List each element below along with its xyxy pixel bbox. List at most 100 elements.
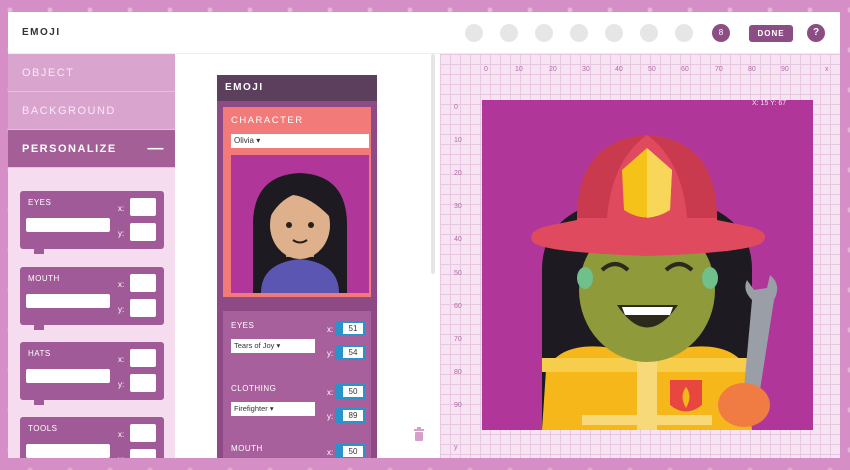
clothing-prop-x-label: x:	[327, 388, 334, 397]
category-object-label: OBJECT	[22, 67, 75, 79]
emoji-stage[interactable]	[482, 100, 813, 430]
x-tick: 90	[781, 66, 789, 73]
x-tick: 40	[615, 66, 623, 73]
firefighter-emoji-illustration	[531, 135, 778, 430]
eyes-prop-y-label: y:	[327, 349, 334, 358]
clothing-prop-y-value[interactable]: 89	[341, 408, 365, 423]
y-tick: 90	[454, 402, 462, 409]
y-tick: 30	[454, 203, 462, 210]
eyes-block[interactable]: EYES x: y:	[20, 191, 164, 254]
y-tick: 60	[454, 303, 462, 310]
eyes-prop-x-label: x:	[327, 325, 334, 334]
eyes-x-label: x:	[118, 204, 125, 213]
eyes-prop-label: EYES	[231, 321, 255, 330]
toolbox-sidebar: OBJECT BACKGROUND PERSONALIZE — EYES x: …	[8, 54, 175, 458]
tools-x-input[interactable]	[130, 424, 156, 442]
clothing-prop-label: CLOTHING	[231, 384, 277, 393]
step-8-current[interactable]: 8	[712, 24, 730, 42]
character-preview-illustration	[253, 173, 347, 293]
y-tick: 0	[454, 104, 458, 111]
hats-x-input[interactable]	[130, 349, 156, 367]
x-tick: 30	[582, 66, 590, 73]
eyes-block-dropdown[interactable]	[26, 218, 110, 232]
tools-y-input[interactable]	[130, 449, 156, 458]
eyes-y-label: y:	[118, 229, 125, 238]
step-3[interactable]: 3	[535, 24, 553, 42]
category-object[interactable]: OBJECT	[8, 54, 175, 92]
character-preview	[231, 155, 369, 293]
clothing-prop-x-value[interactable]: 50	[341, 384, 365, 399]
character-block[interactable]: CHARACTER Olivia ▾	[223, 107, 371, 297]
trash-icon[interactable]	[413, 427, 425, 441]
category-background-label: BACKGROUND	[22, 105, 116, 117]
properties-block[interactable]: EYES Tears of Joy ▾ x: 51 y: 54 CLOTHING…	[223, 311, 371, 458]
y-tick: 40	[454, 236, 462, 243]
step-2[interactable]: 2	[500, 24, 518, 42]
step-1[interactable]: 1	[465, 24, 483, 42]
tools-y-label: y:	[118, 455, 124, 458]
hats-y-input[interactable]	[130, 374, 156, 392]
character-dropdown[interactable]: Olivia ▾	[231, 134, 369, 148]
y-tick: 50	[454, 270, 462, 277]
hats-block[interactable]: HATS x: y:	[20, 342, 164, 405]
tools-block[interactable]: TOOLS x: y:	[20, 417, 164, 458]
category-background[interactable]: BACKGROUND	[8, 92, 175, 130]
hats-block-dropdown[interactable]	[26, 369, 110, 383]
mouth-block-label: MOUTH	[28, 274, 60, 283]
character-label: CHARACTER	[231, 115, 304, 126]
mouth-prop-x-value[interactable]: 50	[341, 444, 365, 458]
workspace-scrollbar[interactable]	[431, 54, 435, 274]
done-button[interactable]: DONE	[749, 25, 793, 42]
app-window: EMOJI 1 2 3 4 5 6 7 8 DONE ? OBJECT BACK…	[8, 12, 840, 458]
mouth-x-label: x:	[118, 280, 125, 289]
emoji-program-block[interactable]: EMOJI CHARACTER Olivia ▾ EYES Tears of J	[217, 75, 377, 458]
x-tick: 0	[484, 66, 488, 73]
block-connector	[34, 248, 44, 254]
eyes-y-input[interactable]	[130, 223, 156, 241]
x-tick: 60	[681, 66, 689, 73]
eyes-prop-dropdown[interactable]: Tears of Joy ▾	[231, 339, 315, 353]
cursor-coordinates: X: 15 Y: 67	[752, 100, 787, 107]
emoji-canvas[interactable]: 0 10 20 30 40 50 60 70 80 90 x 0 10 20 3…	[440, 54, 840, 458]
mouth-y-label: y:	[118, 305, 125, 314]
step-4[interactable]: 4	[570, 24, 588, 42]
block-connector	[34, 324, 44, 330]
hats-block-label: HATS	[28, 349, 51, 358]
category-personalize-label: PERSONALIZE	[22, 143, 117, 155]
x-tick: 10	[515, 66, 523, 73]
mouth-x-input[interactable]	[130, 274, 156, 292]
help-button[interactable]: ?	[807, 24, 825, 42]
eyes-block-label: EYES	[28, 198, 52, 207]
eyes-x-input[interactable]	[130, 198, 156, 216]
y-axis-label: y	[454, 444, 458, 451]
eyes-prop-y-value[interactable]: 54	[341, 345, 365, 360]
mouth-block[interactable]: MOUTH x: y:	[20, 267, 164, 330]
eyes-prop-x-value[interactable]: 51	[341, 321, 365, 336]
mouth-prop-x-label: x:	[327, 448, 334, 457]
clothing-prop-dropdown[interactable]: Firefighter ▾	[231, 402, 315, 416]
x-tick: 70	[715, 66, 723, 73]
hats-y-label: y:	[118, 380, 125, 389]
x-tick: 20	[549, 66, 557, 73]
clothing-prop-y-label: y:	[327, 412, 334, 421]
mouth-block-dropdown[interactable]	[26, 294, 110, 308]
y-tick: 10	[454, 137, 462, 144]
top-bar: EMOJI 1 2 3 4 5 6 7 8 DONE ?	[8, 12, 840, 54]
y-tick: 20	[454, 170, 462, 177]
x-tick: 50	[648, 66, 656, 73]
step-6[interactable]: 6	[640, 24, 658, 42]
tools-x-label: x:	[118, 430, 125, 439]
block-connector	[34, 399, 44, 405]
collapse-icon[interactable]: —	[148, 130, 166, 168]
y-tick: 70	[454, 336, 462, 343]
y-tick: 80	[454, 369, 462, 376]
tools-block-dropdown[interactable]	[26, 444, 110, 458]
mouth-y-input[interactable]	[130, 299, 156, 317]
category-personalize[interactable]: PERSONALIZE —	[8, 130, 175, 168]
emoji-block-title: EMOJI	[217, 75, 377, 101]
x-axis-label: x	[825, 66, 829, 73]
app-title: EMOJI	[22, 27, 61, 38]
step-7[interactable]: 7	[675, 24, 693, 42]
hats-x-label: x:	[118, 355, 125, 364]
step-5[interactable]: 5	[605, 24, 623, 42]
